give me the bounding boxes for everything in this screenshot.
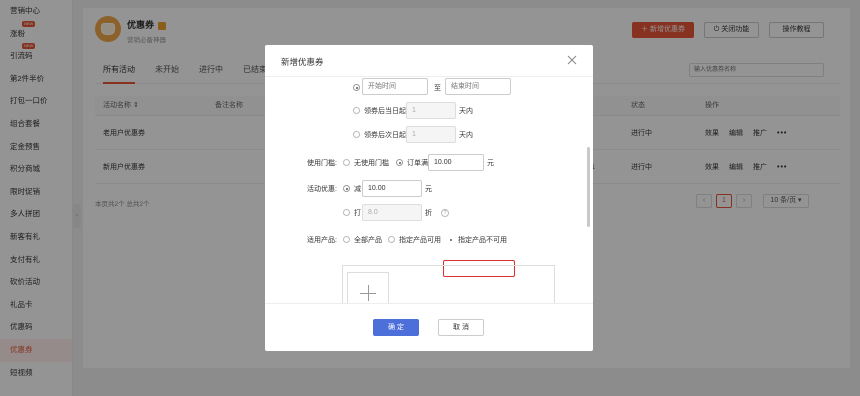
dialog-body: 至 领券后当日起 1 天内 领券后次日起 1 天内 使用门槛: 无使用门槛 订单… bbox=[265, 77, 593, 303]
same-day-days-input[interactable]: 1 bbox=[406, 102, 456, 119]
add-product-plus-icon[interactable] bbox=[347, 272, 389, 303]
exclude-products-radio[interactable] bbox=[447, 236, 454, 243]
next-day-label[interactable]: 领券后次日起 bbox=[364, 130, 406, 140]
all-products-label[interactable]: 全部产品 bbox=[354, 235, 382, 245]
no-threshold-label[interactable]: 无使用门槛 bbox=[354, 158, 389, 168]
new-coupon-dialog: 新增优惠券 至 领券后当日起 1 天内 领券后次日起 1 天内 使用门槛: 无使… bbox=[265, 45, 593, 351]
days-unit: 天内 bbox=[459, 108, 473, 115]
help-icon[interactable]: ? bbox=[441, 209, 449, 217]
same-day-label[interactable]: 领券后当日起 bbox=[364, 106, 406, 116]
next-day-radio[interactable] bbox=[353, 131, 360, 138]
all-products-radio[interactable] bbox=[343, 236, 350, 243]
order-min-radio[interactable] bbox=[396, 159, 403, 166]
no-threshold-radio[interactable] bbox=[343, 159, 350, 166]
divider bbox=[265, 303, 593, 304]
products-label: 适用产品: bbox=[307, 237, 337, 244]
yuan-unit: 元 bbox=[487, 160, 494, 167]
order-min-input[interactable]: 10.00 bbox=[428, 154, 484, 171]
specific-products-label[interactable]: 指定产品可用 bbox=[399, 235, 441, 245]
percent-off-label[interactable]: 打 bbox=[354, 208, 361, 218]
dialog-title: 新增优惠券 bbox=[281, 57, 324, 67]
exclude-products-label[interactable]: 指定产品不可用 bbox=[458, 235, 507, 245]
scrollbar[interactable] bbox=[587, 147, 590, 227]
reduce-label[interactable]: 减 bbox=[354, 184, 361, 194]
end-time-input[interactable] bbox=[445, 78, 511, 95]
yuan-unit: 元 bbox=[425, 186, 432, 193]
days-unit: 天内 bbox=[459, 132, 473, 139]
order-min-label[interactable]: 订单满 bbox=[407, 158, 428, 168]
reduce-amount-input[interactable]: 10.00 bbox=[362, 180, 422, 197]
zhe-unit: 折 bbox=[425, 210, 432, 217]
percent-off-radio[interactable] bbox=[343, 209, 350, 216]
to-label: 至 bbox=[434, 85, 441, 92]
reduce-radio[interactable] bbox=[343, 185, 350, 192]
percent-off-input[interactable]: 8.0 bbox=[362, 204, 422, 221]
next-day-days-input[interactable]: 1 bbox=[406, 126, 456, 143]
specific-products-radio[interactable] bbox=[388, 236, 395, 243]
validity-range-radio[interactable] bbox=[353, 84, 360, 91]
discount-label: 活动优惠: bbox=[307, 186, 337, 193]
confirm-button[interactable]: 确 定 bbox=[373, 319, 419, 336]
product-picker-area bbox=[342, 265, 555, 303]
threshold-label: 使用门槛: bbox=[307, 160, 337, 167]
close-icon[interactable] bbox=[566, 54, 578, 66]
same-day-radio[interactable] bbox=[353, 107, 360, 114]
start-time-input[interactable] bbox=[362, 78, 428, 95]
cancel-button[interactable]: 取 消 bbox=[438, 319, 484, 336]
